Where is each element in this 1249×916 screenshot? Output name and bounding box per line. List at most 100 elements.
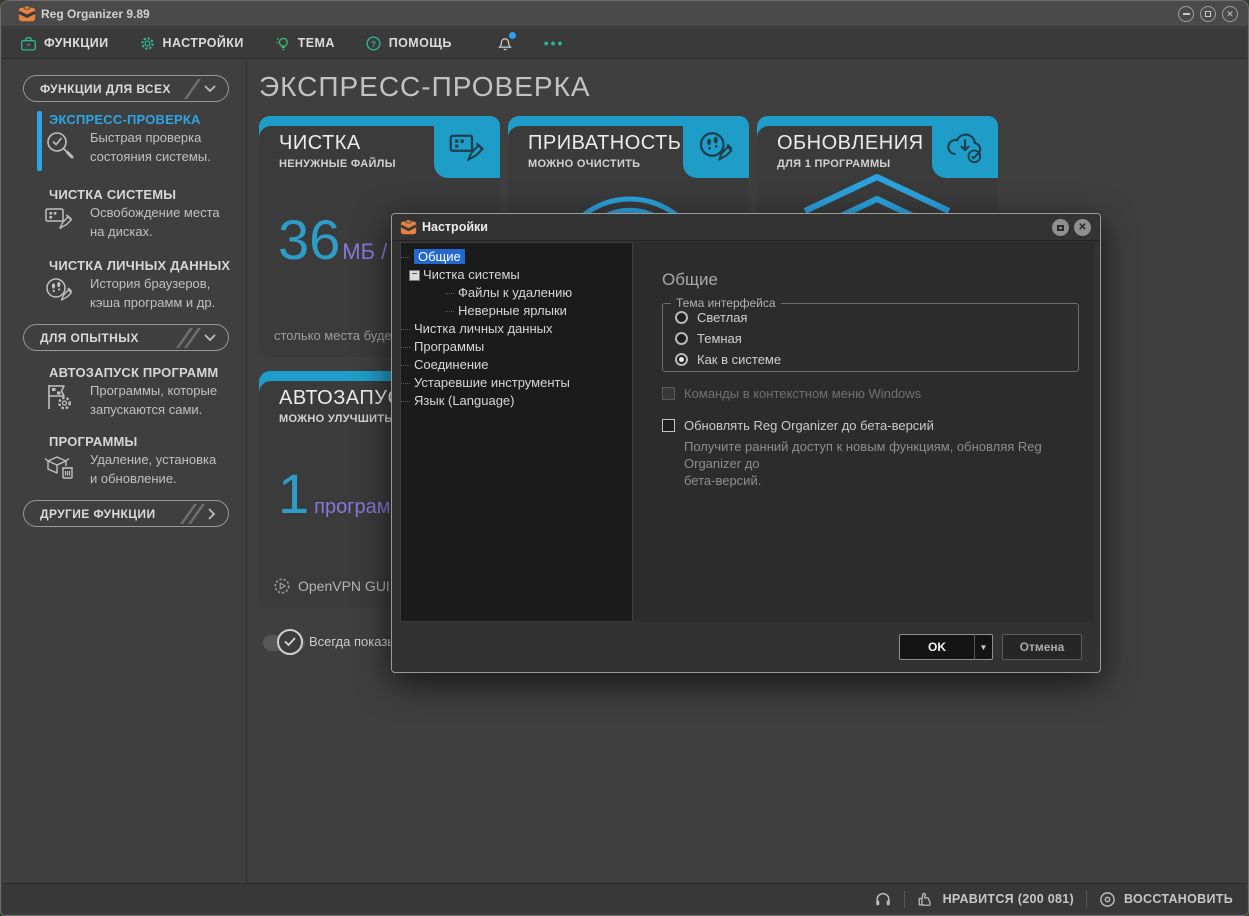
gear-icon <box>139 35 156 52</box>
dialog-close-button[interactable]: ✕ <box>1074 219 1091 236</box>
stripes-decoration <box>187 504 198 524</box>
radio-theme-light[interactable]: Светлая <box>675 310 747 325</box>
sidebar-group-advanced[interactable]: ДЛЯ ОПЫТНЫХ <box>23 324 229 351</box>
card-subtitle: МОЖНО УЛУЧШИТЬ <box>279 413 393 425</box>
tree-item-connection[interactable]: Соединение <box>401 356 632 374</box>
checkbox-context-menu: Команды в контекстном меню Windows <box>662 386 921 401</box>
sidebar-item-title: АВТОЗАПУСК ПРОГРАММ <box>49 365 218 380</box>
briefcase-icon <box>20 35 37 52</box>
menu-functions-label: ФУНКЦИИ <box>44 36 109 50</box>
privacy-cleanup-icon <box>44 274 76 306</box>
theme-group-legend: Тема интерфейса <box>671 296 781 310</box>
cancel-button[interactable]: Отмена <box>1002 634 1082 660</box>
tree-item-programs[interactable]: Программы <box>401 338 632 356</box>
maximize-button[interactable] <box>1200 6 1216 22</box>
card-icon-tab <box>932 116 998 178</box>
sidebar-item-title: ПРОГРАММЫ <box>49 434 137 449</box>
ok-dropdown-button[interactable]: ▼ <box>974 634 993 660</box>
thumb-up-icon <box>917 890 935 908</box>
card-title: ПРИВАТНОСТЬ <box>528 132 681 155</box>
menu-help[interactable]: ? ПОМОЩЬ <box>365 35 452 52</box>
sidebar-group-all-functions[interactable]: ФУНКЦИИ ДЛЯ ВСЕХ <box>23 75 229 102</box>
system-cleanup-icon <box>44 203 76 235</box>
checkbox-icon[interactable] <box>662 419 675 432</box>
radio-icon[interactable] <box>675 332 688 345</box>
gear-play-icon <box>273 577 291 595</box>
sidebar-item-title: ЧИСТКА ЛИЧНЫХ ДАННЫХ <box>49 258 230 273</box>
menu-settings[interactable]: НАСТРОЙКИ <box>139 35 244 52</box>
card-title: ОБНОВЛЕНИЯ <box>777 132 924 155</box>
card-subtitle: МОЖНО ОЧИСТИТЬ <box>528 158 640 170</box>
beta-note: Получите ранний доступ к новым функциям,… <box>684 438 1094 489</box>
programs-icon <box>44 450 76 482</box>
tree-item-private-data[interactable]: Чистка личных данных <box>401 320 632 338</box>
divider <box>904 891 905 908</box>
autorun-icon <box>44 381 76 413</box>
toggle-check-icon[interactable] <box>277 629 303 655</box>
tree-item-general[interactable]: Общие <box>401 248 632 266</box>
system-cleanup-icon <box>447 127 487 167</box>
dialog-title: Настройки <box>422 214 488 241</box>
minimize-button[interactable] <box>1178 6 1194 22</box>
chevron-down-icon <box>204 334 216 342</box>
help-icon: ? <box>365 35 382 52</box>
page-title: ЭКСПРЕСС-ПРОВЕРКА <box>259 71 591 103</box>
headphones-icon <box>874 890 892 908</box>
sidebar-item-desc: Программы, которые запускаются сами. <box>90 381 217 419</box>
theme-groupbox: Тема интерфейса Светлая Темная Как в сис… <box>662 303 1079 372</box>
chevron-right-icon <box>208 508 216 520</box>
radio-icon-selected[interactable] <box>675 353 688 366</box>
card-subtitle: ДЛЯ 1 ПРОГРАММЫ <box>777 158 891 170</box>
group-all-label: ФУНКЦИИ ДЛЯ ВСЕХ <box>40 82 171 96</box>
lightbulb-icon <box>274 35 291 52</box>
like-label: НРАВИТСЯ (200 081) <box>943 892 1074 906</box>
menu-help-label: ПОМОЩЬ <box>389 36 452 50</box>
menu-settings-label: НАСТРОЙКИ <box>163 36 244 50</box>
app-logo-icon <box>18 5 36 23</box>
menu-theme[interactable]: ТЕМА <box>274 35 335 52</box>
menu-more-button[interactable]: ••• <box>544 35 565 51</box>
tree-item-files-to-delete[interactable]: Файлы к удалению <box>401 284 632 302</box>
card-footer-text: столько места будет <box>274 328 397 343</box>
card-subtitle: НЕНУЖНЫЕ ФАЙЛЫ <box>279 158 396 170</box>
dialog-title-bar[interactable]: Настройки ✕ <box>392 214 1100 241</box>
card-value: 36 МБ / 3 <box>278 212 406 268</box>
panel-heading: Общие <box>662 270 718 290</box>
tree-item-invalid-shortcuts[interactable]: Неверные ярлыки <box>401 302 632 320</box>
app-window: Reg Organizer 9.89 ✕ ФУНКЦИИ НАСТРОЙКИ <box>0 0 1249 916</box>
card-icon-tab <box>434 116 500 178</box>
dialog-maximize-button[interactable] <box>1052 219 1069 236</box>
tree-item-language[interactable]: Язык (Language) <box>401 392 632 410</box>
sidebar-group-other-functions[interactable]: ДРУГИЕ ФУНКЦИИ <box>23 500 229 527</box>
title-bar[interactable]: Reg Organizer 9.89 ✕ <box>1 1 1248 27</box>
sidebar: ФУНКЦИИ ДЛЯ ВСЕХ ЭКСПРЕСС-ПРОВЕРКА Быстр… <box>2 59 247 883</box>
feedback-button[interactable] <box>874 890 892 908</box>
divider <box>1086 891 1087 908</box>
card-icon-tab <box>683 116 749 178</box>
tree-item-legacy-tools[interactable]: Устаревшие инструменты <box>401 374 632 392</box>
radio-icon[interactable] <box>675 311 688 324</box>
radio-theme-dark[interactable]: Темная <box>675 331 742 346</box>
menu-functions[interactable]: ФУНКЦИИ <box>20 35 109 52</box>
like-button[interactable]: НРАВИТСЯ (200 081) <box>917 890 1074 908</box>
tree-item-system-cleanup[interactable]: − Чистка системы <box>401 266 632 284</box>
sidebar-item-title: ЭКСПРЕСС-ПРОВЕРКА <box>49 112 201 127</box>
settings-panel: Общие Тема интерфейса Светлая Темная Как… <box>633 242 1094 622</box>
close-button[interactable]: ✕ <box>1222 6 1238 22</box>
sidebar-item-desc: Быстрая проверка состояния системы. <box>90 128 211 166</box>
radio-theme-system[interactable]: Как в системе <box>675 352 781 367</box>
checkbox-beta-updates[interactable]: Обновлять Reg Organizer до бета-версий <box>662 418 934 433</box>
group-advanced-label: ДЛЯ ОПЫТНЫХ <box>40 331 139 345</box>
program-name: OpenVPN GUI fo <box>298 578 405 594</box>
restore-button[interactable]: ВОССТАНОВИТЬ <box>1099 891 1233 908</box>
sidebar-item-desc: Удаление, установка и обновление. <box>90 450 216 488</box>
group-other-label: ДРУГИЕ ФУНКЦИИ <box>40 507 155 521</box>
sidebar-item-title: ЧИСТКА СИСТЕМЫ <box>49 187 176 202</box>
sidebar-item-desc: Освобождение места на дисках. <box>90 203 220 241</box>
restore-label: ВОССТАНОВИТЬ <box>1124 892 1233 906</box>
card-title: ЧИСТКА <box>279 132 361 155</box>
notifications-button[interactable] <box>496 34 514 53</box>
collapse-expander[interactable]: − <box>409 270 420 281</box>
ok-button[interactable]: OK <box>899 634 975 660</box>
menu-theme-label: ТЕМА <box>298 36 335 50</box>
